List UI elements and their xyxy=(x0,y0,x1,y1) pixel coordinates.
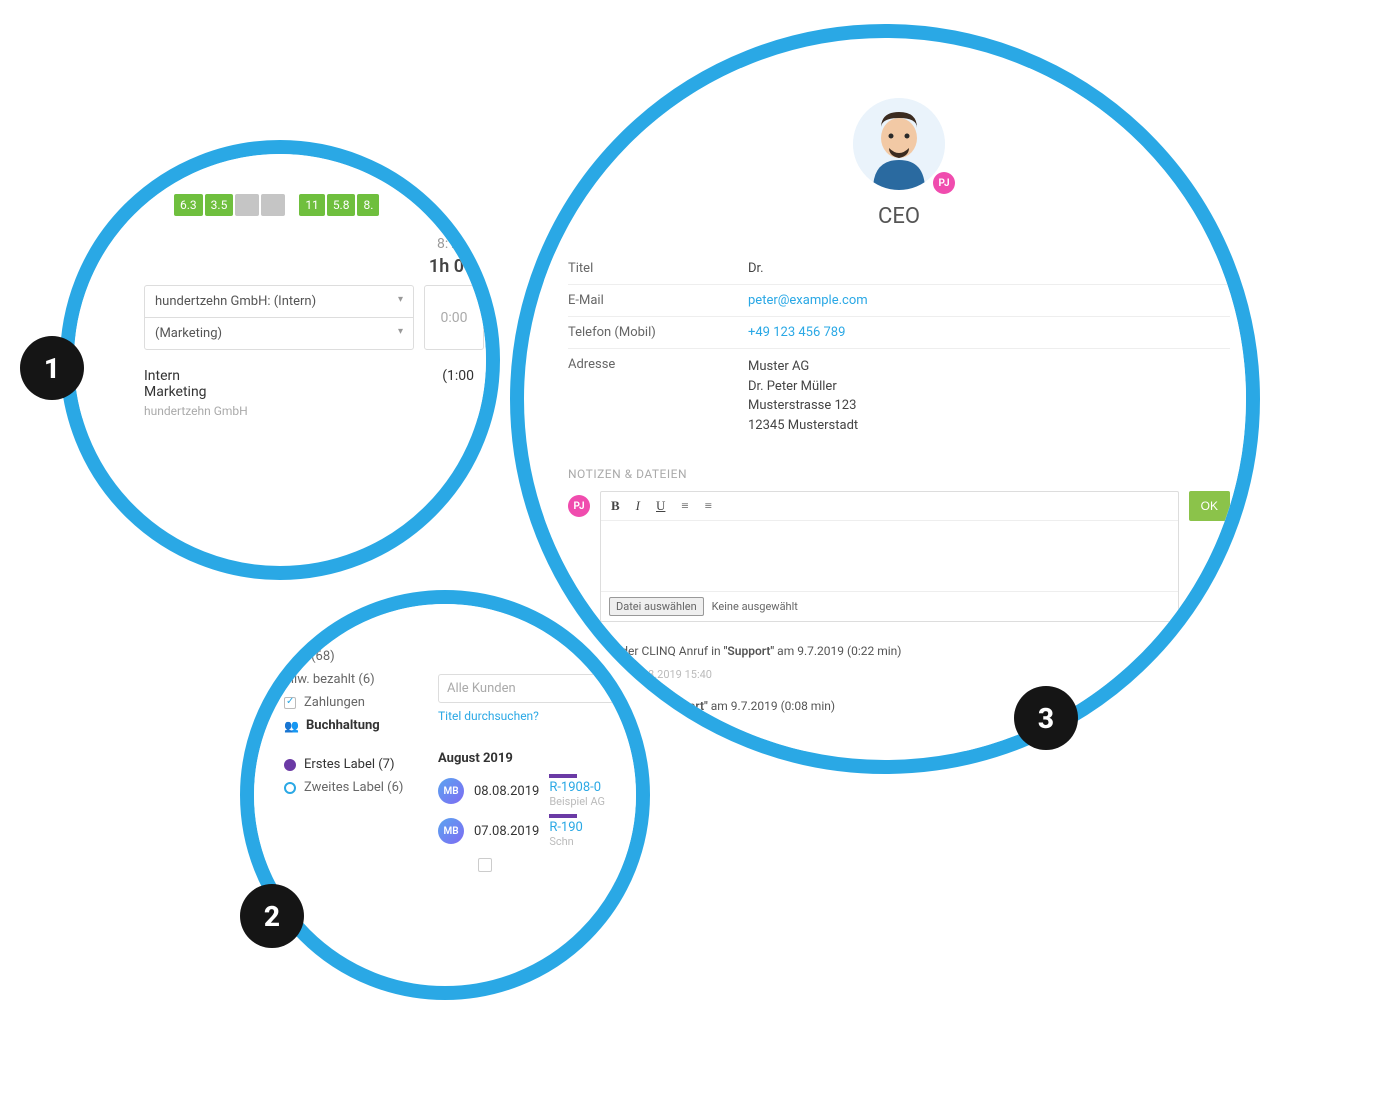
italic-button[interactable]: I xyxy=(636,498,640,514)
sidebar-item-accounting[interactable]: 👥Buchhaltung xyxy=(284,714,414,737)
address-value: Muster AG Dr. Peter Müller Musterstrasse… xyxy=(748,357,858,435)
chip-value[interactable]: 8. xyxy=(357,194,379,216)
chip-value[interactable]: 3.5 xyxy=(205,194,234,216)
log-changed-meta: eändert am 09.08.2019 15:40 xyxy=(568,666,1230,691)
timer-display[interactable]: 0:00 xyxy=(424,285,484,350)
chip-value[interactable]: 6.3 xyxy=(174,194,203,216)
duration-label: 1h 0 xyxy=(60,256,464,277)
callout-badge-3: 3 xyxy=(1014,686,1078,750)
department-select[interactable]: (Marketing) xyxy=(144,317,414,350)
checkbox-empty[interactable] xyxy=(478,858,492,872)
invoice-date: 08.08.2019 xyxy=(474,784,539,799)
phone-link[interactable]: +49 123 456 789 xyxy=(748,325,845,340)
notes-editor[interactable]: B I U ≡ ≡ Datei auswählen Keine ausgewäh… xyxy=(600,491,1179,622)
field-row-email: E-Mail peter@example.com xyxy=(568,285,1230,317)
invoice-row[interactable]: MB 07.08.2019 R-190 Schn xyxy=(438,814,650,848)
bubble3-content: PJ CEO Titel Dr. E-Mail peter@example.co… xyxy=(544,68,1254,751)
label-filter-2[interactable]: Zweites Label (6) xyxy=(284,776,414,799)
user-avatar: MB xyxy=(438,778,464,804)
file-choose-button[interactable]: Datei auswählen xyxy=(609,597,704,616)
chip-empty xyxy=(235,194,259,216)
chip-empty xyxy=(261,194,285,216)
log-entry[interactable]: Ausgehender CLINQ Anruf in "Support" am … xyxy=(568,636,1230,666)
avatar-section: PJ xyxy=(544,98,1254,190)
field-key: Adresse xyxy=(568,357,748,435)
month-header: August 2019 xyxy=(438,751,650,766)
owner-badge-small: PJ xyxy=(568,495,590,517)
sidebar: (1) ällig (68) eilw. bezahlt (6) Zahlung… xyxy=(254,604,424,882)
bubble-time-tracking: 6.3 3.5 11 5.8 8. 8:15 1h 0 hundertzehn … xyxy=(60,140,500,580)
sidebar-item-payments[interactable]: Zahlungen xyxy=(284,691,414,714)
invoice-customer: Beispiel AG xyxy=(549,795,605,808)
invoice-ref-link[interactable]: R-190 xyxy=(549,820,583,835)
invoice-date: 07.08.2019 xyxy=(474,824,539,839)
email-link[interactable]: peter@example.com xyxy=(748,293,868,308)
field-row-address: Adresse Muster AG Dr. Peter Müller Muste… xyxy=(568,349,1230,443)
bold-button[interactable]: B xyxy=(611,498,620,514)
numbered-list-button[interactable]: ≡ xyxy=(705,498,712,514)
activity-log: Ausgehender CLINQ Anruf in "Support" am … xyxy=(568,636,1230,751)
bubble1-content: 6.3 3.5 11 5.8 8. 8:15 1h 0 hundertzehn … xyxy=(60,154,500,418)
accounting-icon: 👥 xyxy=(284,719,298,733)
checkbox-icon xyxy=(284,697,296,709)
field-row-title: Titel Dr. xyxy=(568,253,1230,285)
chip-value[interactable]: 5.8 xyxy=(327,194,356,216)
entry-company: hundertzehn GmbH xyxy=(144,404,474,418)
label-filter-1[interactable]: Erstes Label (7) xyxy=(284,753,414,776)
time-entry[interactable]: Intern (1:00 Marketing hundertzehn GmbH xyxy=(144,368,474,418)
invoice-customer: Schn xyxy=(549,835,583,848)
label-ring-icon xyxy=(284,782,296,794)
bullet-list-button[interactable]: ≡ xyxy=(681,498,688,514)
underline-button[interactable]: U xyxy=(656,498,665,514)
field-key: E-Mail xyxy=(568,293,748,308)
contact-role: CEO xyxy=(544,204,1254,229)
notes-section-label: NOTIZEN & DATEIEN xyxy=(568,467,1230,481)
contact-fields: Titel Dr. E-Mail peter@example.com Telef… xyxy=(568,253,1230,443)
log-time-ago: vor 15 Minuten xyxy=(1157,644,1230,658)
entry-title: Intern xyxy=(144,368,180,384)
invoice-ref-link[interactable]: R-1908-0 xyxy=(549,780,601,795)
log-entry[interactable]: r CLINQ Anruf in "Support" am 9.7.2019 (… xyxy=(568,691,1230,721)
sidebar-item[interactable]: ällig (68) xyxy=(284,645,414,668)
label-bar-icon xyxy=(549,814,577,818)
file-none-label: Keine ausgewählt xyxy=(712,600,798,613)
bubble-contact-detail: PJ CEO Titel Dr. E-Mail peter@example.co… xyxy=(510,24,1260,774)
invoice-row[interactable]: MB 08.08.2019 R-1908-0 Beispiel AG xyxy=(438,774,650,808)
contact-avatar[interactable] xyxy=(853,98,945,190)
field-key: Telefon (Mobil) xyxy=(568,325,748,340)
field-key: Titel xyxy=(568,261,748,276)
company-select[interactable]: hundertzehn GmbH: (Intern) xyxy=(144,285,414,317)
entry-sub: Marketing xyxy=(144,384,474,400)
notes-textarea[interactable] xyxy=(601,521,1178,591)
field-value: Dr. xyxy=(748,261,764,276)
time-label: 8:15 xyxy=(60,236,464,252)
label-dot-icon xyxy=(284,759,296,771)
editor-toolbar: B I U ≡ ≡ xyxy=(601,492,1178,521)
week-chips: 6.3 3.5 11 5.8 8. xyxy=(174,194,500,216)
chip-value[interactable]: 11 xyxy=(299,194,325,216)
callout-badge-2: 2 xyxy=(240,884,304,948)
log-entry[interactable]: ort" am 9.7.2019 (10:00 min) xyxy=(568,721,1230,751)
callout-badge-1: 1 xyxy=(20,336,84,400)
user-avatar: MB xyxy=(438,818,464,844)
entry-duration: (1:00 xyxy=(442,368,474,384)
sidebar-item[interactable]: (1) xyxy=(284,622,414,645)
ok-button[interactable]: OK xyxy=(1189,491,1230,521)
sidebar-item[interactable]: eilw. bezahlt (6) xyxy=(284,668,414,691)
owner-badge: PJ xyxy=(933,172,955,194)
label-bar-icon xyxy=(549,774,577,778)
field-row-phone: Telefon (Mobil) +49 123 456 789 xyxy=(568,317,1230,349)
